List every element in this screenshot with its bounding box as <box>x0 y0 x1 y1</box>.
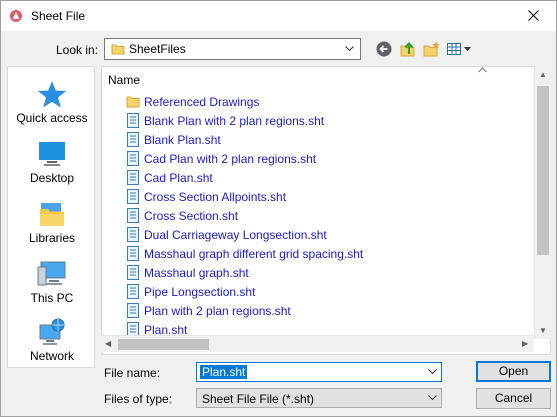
vertical-scroll-thumb[interactable] <box>537 86 549 255</box>
app-logo-icon <box>10 10 22 22</box>
desktop-icon <box>39 142 65 166</box>
place-label: Quick access <box>16 111 88 125</box>
sheet-file-icon <box>127 208 139 223</box>
sheet-file-icon <box>127 265 139 280</box>
file-name: Masshaul graph.sht <box>144 266 249 280</box>
chevron-down-icon[interactable] <box>428 369 437 375</box>
file-name: Cad Plan.sht <box>144 171 213 185</box>
new-folder-icon[interactable] <box>422 40 440 58</box>
file-type-value: Sheet File File (*.sht) <box>202 392 315 406</box>
chevron-down-icon <box>428 395 437 401</box>
place-label: Desktop <box>29 171 75 185</box>
close-button[interactable] <box>512 1 556 31</box>
file-name: Masshaul graph different grid spacing.sh… <box>144 247 364 261</box>
window-title: Sheet File <box>31 9 86 23</box>
chevron-down-icon <box>345 46 354 52</box>
file-name-value: Plan.sht <box>200 365 248 379</box>
scroll-up-arrow-icon[interactable]: ▲ <box>539 70 547 79</box>
look-in-label: Look in: <box>56 43 99 57</box>
file-type-dropdown[interactable]: Sheet File File (*.sht) <box>196 388 442 408</box>
sheet-file-icon <box>127 246 139 261</box>
sheet-file-icon <box>127 151 139 166</box>
file-name: Cad Plan with 2 plan regions.sht <box>144 152 317 166</box>
place-quick-access[interactable]: Quick access <box>8 79 96 125</box>
place-libraries[interactable]: Libraries <box>8 199 96 245</box>
open-button[interactable]: Open <box>476 361 551 382</box>
sheet-file-icon <box>127 170 139 185</box>
file-name: Blank Plan with 2 plan regions.sht <box>144 114 325 128</box>
folder-icon <box>126 96 140 108</box>
horizontal-scrollbar[interactable]: ◀ ▶ <box>101 335 534 352</box>
file-name-input[interactable]: Plan.sht <box>196 362 442 382</box>
sheet-file-icon <box>127 227 139 242</box>
scroll-left-arrow-icon[interactable]: ◀ <box>105 339 111 348</box>
file-name-label: File name: <box>104 366 161 380</box>
sheet-file-icon <box>127 189 139 204</box>
scroll-down-arrow-icon[interactable]: ▼ <box>539 326 547 335</box>
place-network[interactable]: Network <box>8 317 96 363</box>
file-name: Plan with 2 plan regions.sht <box>144 304 291 318</box>
libraries-icon <box>40 203 64 226</box>
scroll-right-arrow-icon[interactable]: ▶ <box>522 339 528 348</box>
title-bar: Sheet File <box>1 1 556 31</box>
folder-icon <box>111 44 125 55</box>
file-name: Dual Carriageway Longsection.sht <box>144 228 327 242</box>
file-list[interactable]: Name Referenced Drawings Blank Plan with… <box>101 66 551 355</box>
sheet-file-icon <box>127 132 139 147</box>
sheet-file-dialog: Sheet File Look in: SheetFiles Quick acc… <box>0 0 557 417</box>
look-in-dropdown[interactable]: SheetFiles <box>104 38 361 60</box>
file-name: Cross Section.sht <box>144 209 239 223</box>
file-name: Blank Plan.sht <box>144 133 221 147</box>
sheet-file-icon <box>127 284 139 299</box>
sheet-file-icon <box>127 303 139 318</box>
this-pc-icon <box>37 261 66 286</box>
place-label: Network <box>29 349 74 363</box>
cancel-button[interactable]: Cancel <box>476 388 551 409</box>
file-name: Referenced Drawings <box>144 95 260 109</box>
sort-up-icon <box>478 67 487 73</box>
sheet-file-icon <box>127 113 139 128</box>
place-this-pc[interactable]: This PC <box>8 259 96 305</box>
name-column-header[interactable]: Name <box>108 73 140 87</box>
close-icon <box>528 10 539 21</box>
place-desktop[interactable]: Desktop <box>8 139 96 185</box>
vertical-scrollbar[interactable]: ▲ ▼ <box>534 66 551 339</box>
file-name: Pipe Longsection.sht <box>144 285 256 299</box>
look-in-value: SheetFiles <box>129 42 186 56</box>
quick-access-star-icon <box>38 81 66 108</box>
place-label: Libraries <box>28 231 76 245</box>
horizontal-scroll-thumb[interactable] <box>118 339 209 350</box>
file-type-label: Files of type: <box>104 392 173 406</box>
back-icon[interactable] <box>375 40 393 58</box>
up-folder-icon[interactable] <box>399 40 417 58</box>
file-name: Cross Section Allpoints.sht <box>144 190 287 204</box>
network-icon <box>39 318 65 345</box>
place-label: This PC <box>30 291 74 305</box>
places-bar: Quick access Desktop Libraries This PC N… <box>7 66 95 368</box>
view-menu-icon[interactable] <box>446 40 472 58</box>
